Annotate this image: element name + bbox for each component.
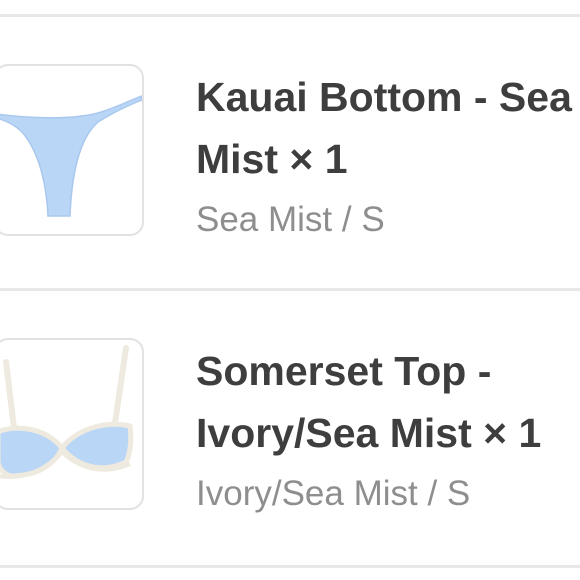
divider-top — [0, 14, 580, 17]
divider-middle — [0, 288, 580, 291]
bikini-bottom-image — [0, 95, 142, 217]
bikini-top-image — [0, 345, 134, 479]
item-variant: Sea Mist / S — [196, 200, 385, 239]
order-item-somerset-top[interactable]: Somerset Top - Ivory/Sea Mist × 1 Ivory/… — [0, 334, 580, 514]
order-item-kauai-bottom[interactable]: Kauai Bottom - Sea Mist × 1 Sea Mist / S — [0, 60, 580, 240]
product-thumbnail[interactable] — [0, 64, 144, 236]
item-title-line-1: Kauai Bottom - Sea — [196, 74, 572, 120]
item-title-line-2: Ivory/Sea Mist × 1 — [196, 410, 542, 456]
product-thumbnail[interactable] — [0, 338, 144, 510]
item-title-line-2: Mist × 1 — [196, 136, 348, 182]
item-title-line-1: Somerset Top - — [196, 348, 492, 394]
divider-bottom — [0, 565, 580, 568]
item-variant: Ivory/Sea Mist / S — [196, 474, 471, 513]
